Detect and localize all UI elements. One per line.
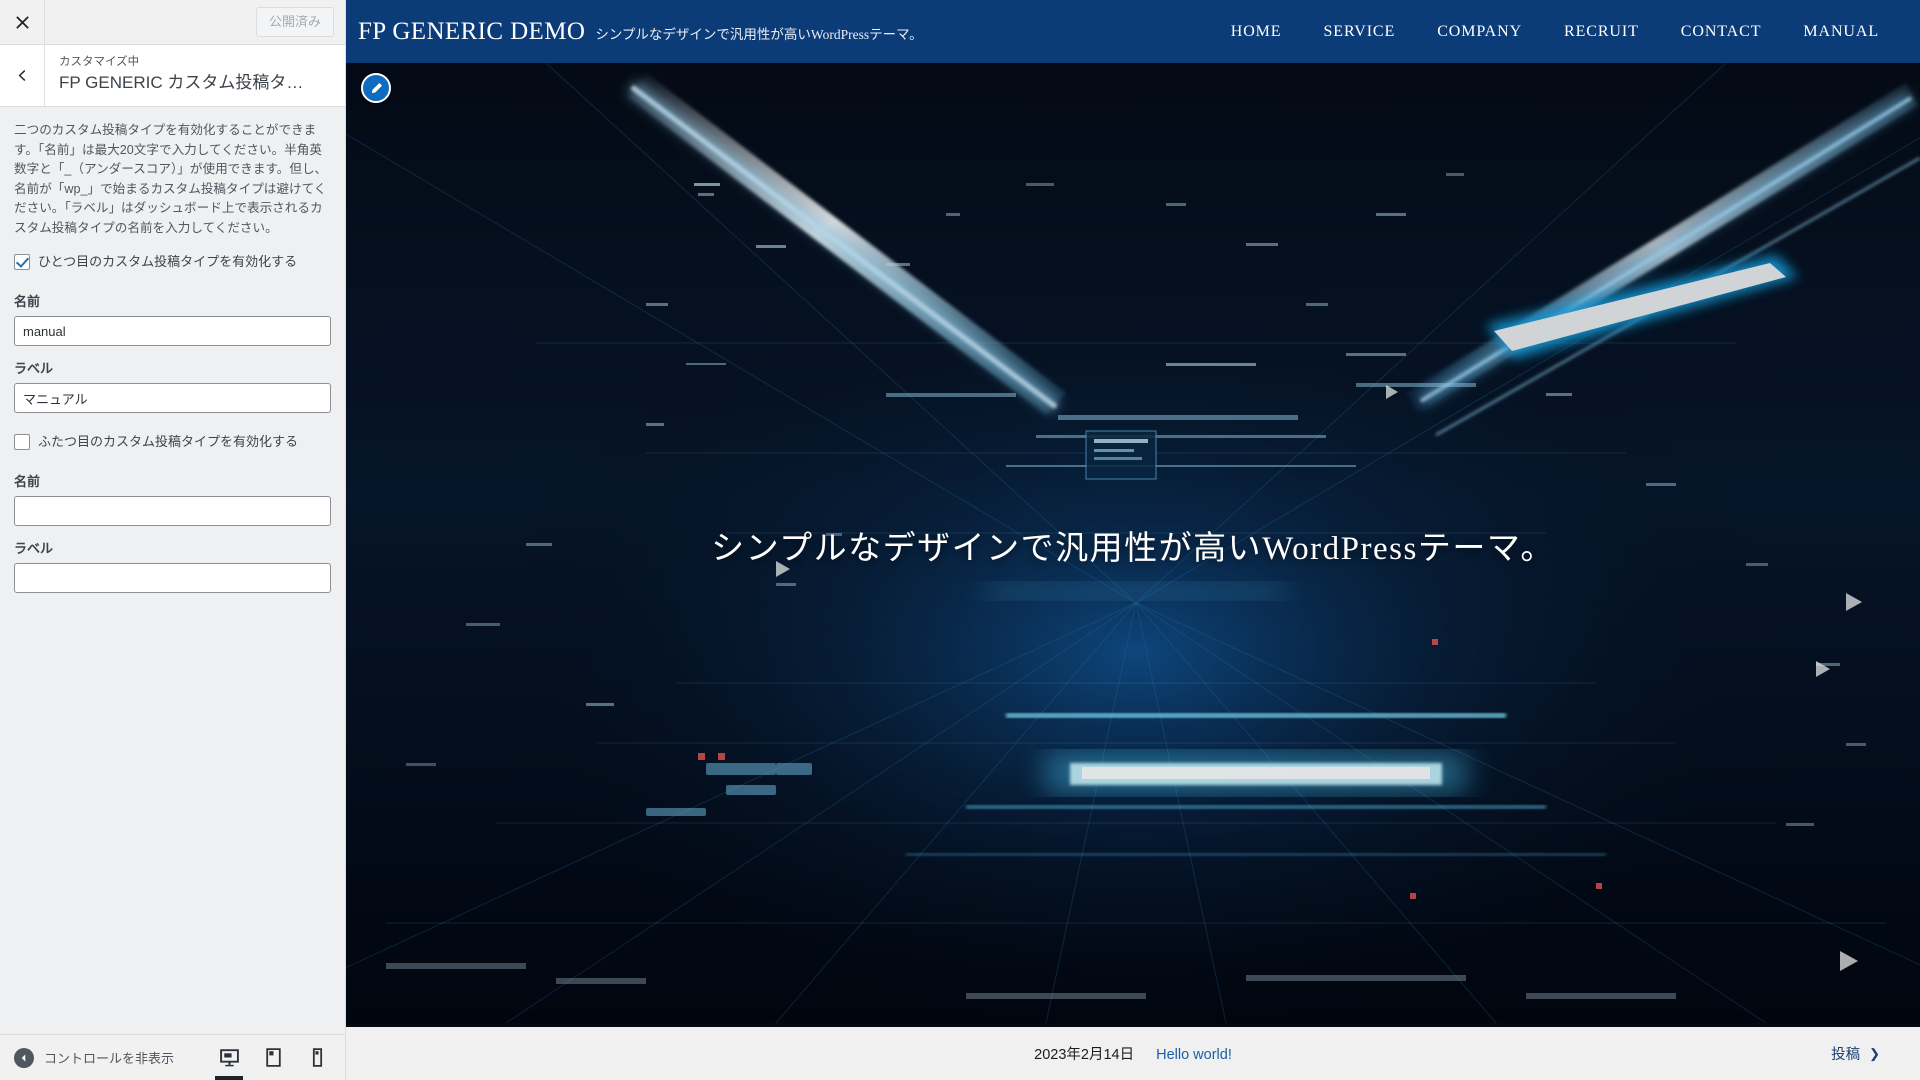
post-type-2-label-field: ラベル (14, 540, 331, 593)
section-header: カスタマイズ中 FP GENERIC カスタム投稿タ… (0, 45, 345, 107)
primary-navigation: HOME SERVICE COMPANY RECRUIT CONTACT MAN… (1210, 23, 1920, 41)
enable-post-type-1-checkbox-row[interactable]: ひとつ目のカスタム投稿タイプを有効化する (14, 253, 331, 271)
close-icon (15, 15, 29, 29)
post-date: 2023年2月14日 (1034, 1047, 1135, 1063)
nav-item-manual[interactable]: MANUAL (1782, 23, 1900, 41)
site-branding[interactable]: FP GENERIC DEMO シンプルなデザインで汎用性が高いWordPres… (358, 18, 923, 46)
device-desktop-button[interactable] (207, 1035, 251, 1080)
hero-catchphrase: シンプルなデザインで汎用性が高いWordPressテーマ。 (711, 531, 1555, 567)
collapse-arrow-icon (14, 1047, 34, 1068)
panel-description: 二つのカスタム投稿タイプを有効化することができます。「名前」は最大20文字で入力… (14, 123, 328, 235)
enable-post-type-1-checkbox[interactable] (14, 254, 30, 270)
enable-post-type-2-checkbox[interactable] (14, 434, 30, 450)
nav-item-service[interactable]: SERVICE (1302, 23, 1416, 41)
post-type-2-label-label: ラベル (14, 541, 54, 556)
desktop-icon (219, 1049, 239, 1067)
back-button[interactable] (0, 45, 45, 106)
site-preview: FP GENERIC DEMO シンプルなデザインで汎用性が高いWordPres… (346, 0, 1920, 1080)
post-type-1-name-label: 名前 (14, 294, 41, 309)
section-titles: カスタマイズ中 FP GENERIC カスタム投稿タ… (45, 45, 345, 106)
chevron-right-icon: ❯ (1869, 1045, 1880, 1061)
customizer-controls: 二つのカスタム投稿タイプを有効化することができます。「名前」は最大20文字で入力… (0, 107, 345, 1034)
mobile-icon (312, 1048, 322, 1067)
site-tagline: シンプルなデザインで汎用性が高いWordPressテーマ。 (595, 26, 923, 42)
device-preview-group (207, 1035, 345, 1080)
collapse-controls-label: コントロールを非表示 (44, 1051, 175, 1066)
panel-title: FP GENERIC カスタム投稿タ… (59, 73, 304, 92)
post-type-1-label-input[interactable] (14, 383, 331, 413)
latest-post-strip: 2023年2月14日 Hello world! 投稿 ❯ (346, 1027, 1920, 1080)
tablet-icon (265, 1048, 281, 1067)
customizer-topbar: 公開済み (0, 0, 345, 45)
collapse-controls-button[interactable]: コントロールを非表示 (0, 1047, 207, 1068)
posts-archive-link[interactable]: 投稿 ❯ (1831, 1043, 1880, 1064)
customizer-footer: コントロールを非表示 (0, 1034, 345, 1080)
nav-item-company[interactable]: COMPANY (1416, 23, 1543, 41)
device-mobile-button[interactable] (295, 1035, 339, 1080)
nav-item-recruit[interactable]: RECRUIT (1543, 23, 1660, 41)
post-type-1-name-field: 名前 (14, 293, 331, 346)
post-title-link[interactable]: Hello world! (1156, 1047, 1232, 1063)
post-type-2-label-input[interactable] (14, 563, 331, 593)
pencil-icon (371, 82, 382, 93)
post-type-2-name-label: 名前 (14, 474, 41, 489)
site-title[interactable]: FP GENERIC DEMO (358, 18, 585, 46)
post-type-2-name-field: 名前 (14, 473, 331, 526)
nav-item-contact[interactable]: CONTACT (1660, 23, 1783, 41)
chevron-left-icon (18, 70, 25, 81)
close-customizer-button[interactable] (0, 0, 45, 44)
enable-post-type-2-checkbox-row[interactable]: ふたつ目のカスタム投稿タイプを有効化する (14, 433, 331, 451)
post-type-1-name-input[interactable] (14, 316, 331, 346)
post-type-1-label-field: ラベル (14, 360, 331, 413)
enable-post-type-1-label: ひとつ目のカスタム投稿タイプを有効化する (38, 254, 298, 269)
site-header: FP GENERIC DEMO シンプルなデザインで汎用性が高いWordPres… (346, 0, 1920, 63)
posts-archive-label: 投稿 (1831, 1047, 1861, 1063)
enable-post-type-2-label: ふたつ目のカスタム投稿タイプを有効化する (38, 434, 299, 449)
post-summary: 2023年2月14日 Hello world! (346, 1043, 1920, 1064)
publish-button[interactable]: 公開済み (255, 7, 334, 37)
customizing-eyebrow: カスタマイズ中 (59, 56, 140, 68)
nav-item-home[interactable]: HOME (1210, 23, 1303, 41)
post-type-1-label-label: ラベル (14, 361, 54, 376)
customizer-app: 公開済み カスタマイズ中 FP GENERIC カスタム投稿タ… 二つのカスタム… (0, 0, 1920, 1080)
customizer-sidebar: 公開済み カスタマイズ中 FP GENERIC カスタム投稿タ… 二つのカスタム… (0, 0, 346, 1080)
hero-section: シンプルなデザインで汎用性が高いWordPressテーマ。 (346, 63, 1920, 1027)
edit-shortcut-button[interactable] (361, 73, 391, 103)
device-tablet-button[interactable] (251, 1035, 295, 1080)
post-type-2-name-input[interactable] (14, 496, 331, 526)
